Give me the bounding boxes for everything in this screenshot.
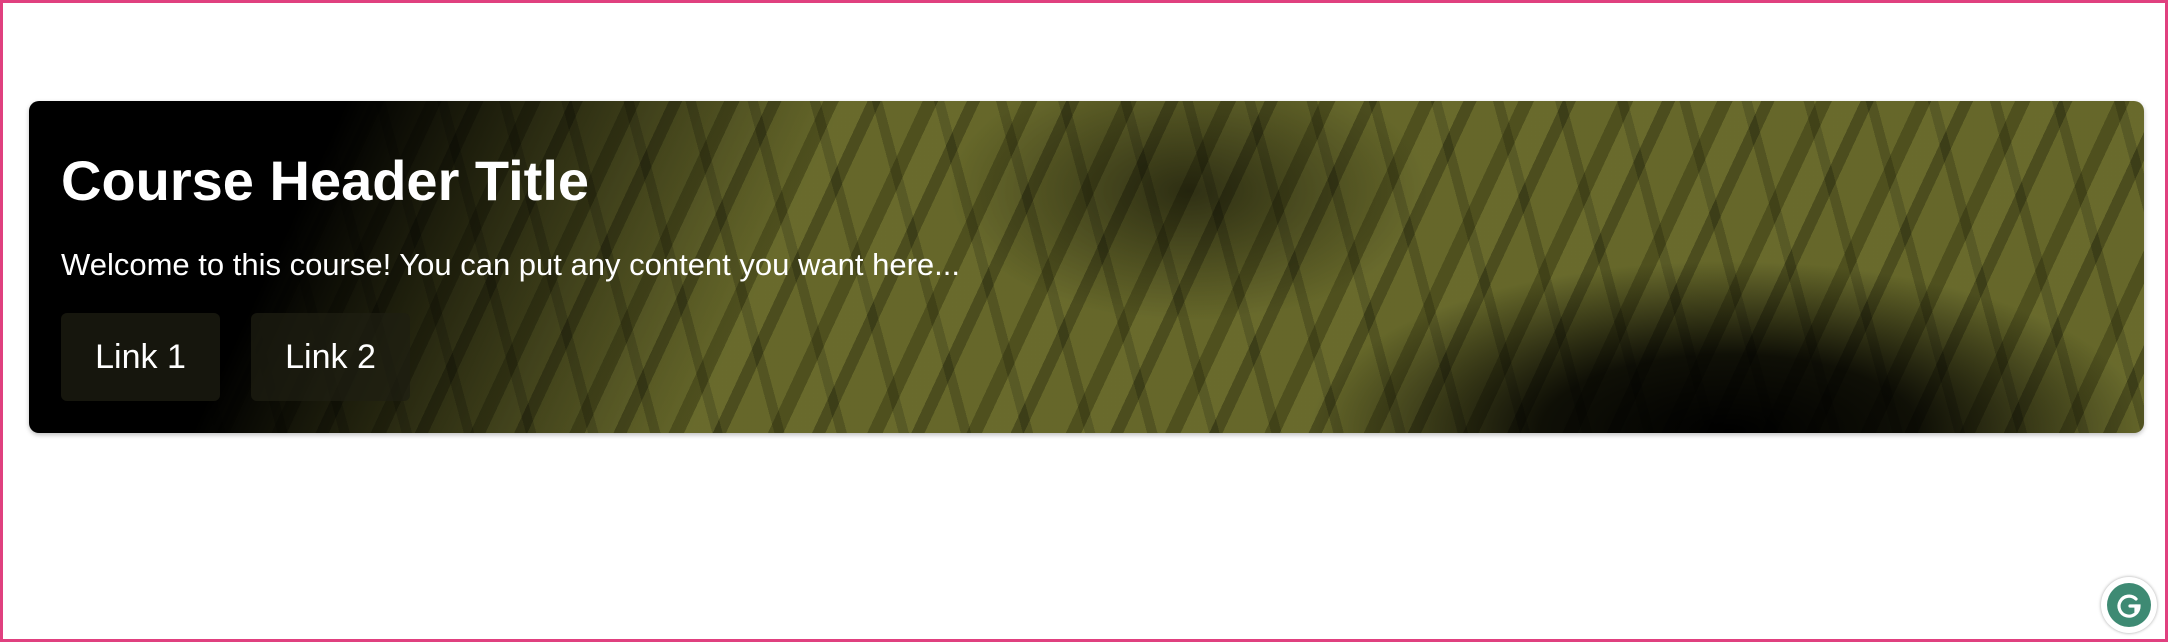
course-header-title: Course Header Title <box>61 149 590 212</box>
course-header-subtitle: Welcome to this course! You can put any … <box>61 247 960 282</box>
course-header-banner: Course Header Title Welcome to this cour… <box>29 101 2144 433</box>
grammarly-button[interactable] <box>2101 577 2157 633</box>
header-links: Link 1 Link 2 <box>61 313 410 401</box>
link-1-button[interactable]: Link 1 <box>61 313 220 401</box>
link-2-button[interactable]: Link 2 <box>251 313 410 401</box>
page-frame: Course Header Title Welcome to this cour… <box>0 0 2168 642</box>
grammarly-g-icon <box>2107 583 2151 627</box>
